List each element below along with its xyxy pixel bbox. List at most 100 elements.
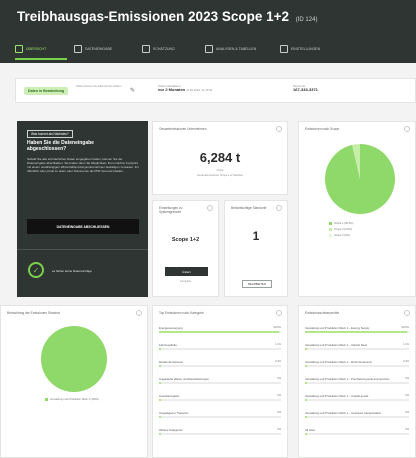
total-emissions-unit: CO2e bbox=[216, 169, 224, 172]
bar-value: 0% bbox=[277, 377, 281, 380]
tab-label: ANALYSEN & TABELLEN bbox=[216, 47, 257, 51]
bar-track bbox=[159, 433, 281, 435]
settings-icon bbox=[280, 45, 288, 53]
bar-value: 0% bbox=[405, 428, 409, 431]
card-title: Betrachtung der Emissionen Standort bbox=[7, 311, 60, 315]
info-icon[interactable] bbox=[276, 205, 282, 211]
bar-track bbox=[159, 348, 281, 350]
info-icon[interactable] bbox=[207, 205, 213, 211]
bar-value: 0% bbox=[277, 394, 281, 397]
bar-fill bbox=[159, 365, 162, 367]
card-title: Top Emissionen nach Kategorie bbox=[159, 311, 204, 315]
legend-label: Scope 1 (96.4%) bbox=[334, 222, 354, 225]
legend-label: Scope 2 (3.6%) bbox=[334, 228, 352, 231]
bar-value: 0% bbox=[405, 377, 409, 380]
tab-einstellungen[interactable]: EINSTELLUNGEN bbox=[280, 40, 320, 58]
bar-fill bbox=[159, 382, 162, 384]
chart-icon bbox=[205, 45, 213, 53]
bar-track bbox=[305, 399, 409, 401]
bar-track bbox=[159, 331, 281, 333]
system-boundaries-card: Einstellungen zu Systemgrenzen Scope 1+2… bbox=[152, 200, 219, 297]
report-id: Report-ID 167-333-3371 bbox=[293, 84, 318, 92]
no-missing-entries-label: es fehlen keine Dateneinträge bbox=[52, 269, 92, 273]
tab-label: ÜBERSICHT bbox=[26, 47, 47, 51]
bar-label: Fahrzeugflotte bbox=[159, 343, 177, 347]
bar-row: Verwaltung und Produktion Werk 1 – Capit… bbox=[305, 394, 409, 401]
next-steps-title: Haben Sie die Dateneingabe abgeschlossen… bbox=[27, 140, 94, 153]
bar-label: Verwaltung und Produktion Werk 1 – Energ… bbox=[305, 326, 370, 330]
tab-label: DATENEINGABE bbox=[85, 47, 113, 51]
info-icon[interactable] bbox=[404, 126, 410, 132]
scope-pie-chart bbox=[325, 144, 395, 214]
tab-uebersicht[interactable]: ÜBERSICHT bbox=[15, 40, 46, 58]
bar-fill bbox=[159, 433, 162, 435]
total-emissions-card: Gesamtemissionen Unternehmen 6,284 t CO2… bbox=[152, 121, 288, 195]
bar-label: Energieversorgung bbox=[159, 326, 183, 330]
complete-data-entry-button[interactable]: DATENEINGABE ABSCHLIESSEN bbox=[27, 219, 139, 234]
bar-row: Energieversorgung 98.5% bbox=[159, 326, 281, 333]
status-pill[interactable]: Daten in Bearbeitung bbox=[24, 87, 69, 95]
bar-label: Verwaltung und Produktion Werk 1 – Direc… bbox=[305, 360, 372, 364]
locations-card: Berichtsichtige Standorte 1 BEARBEITEN bbox=[224, 200, 288, 297]
info-icon[interactable] bbox=[136, 310, 142, 316]
page-title: Treibhausgas-Emissionen 2023 Scope 1+2 (… bbox=[17, 9, 317, 24]
edit-locations-button[interactable]: BEARBEITEN bbox=[242, 280, 272, 288]
scope-setting-value: Scope 1+2 bbox=[171, 237, 200, 243]
bar-fill bbox=[305, 348, 308, 350]
bar-fill bbox=[159, 348, 162, 350]
bar-row: Weitere Kategorien 0% bbox=[159, 428, 281, 435]
legend-swatch bbox=[329, 228, 332, 231]
bar-track bbox=[305, 365, 409, 367]
id-badge: (ID 124) bbox=[295, 17, 318, 23]
bar-track bbox=[305, 433, 409, 435]
bar-row: Verwaltung und Produktion Werk 1 – Vehic… bbox=[305, 343, 409, 350]
tab-analysen[interactable]: ANALYSEN & TABELLEN bbox=[205, 40, 256, 58]
total-emissions-sub: Gesamtemissionen Scope 1+2 Standort bbox=[197, 174, 243, 177]
dashboard-icon bbox=[15, 45, 23, 53]
info-icon[interactable] bbox=[404, 310, 410, 316]
legend-swatch bbox=[45, 398, 48, 401]
bar-row: Vorgelagerter Transport 0% bbox=[159, 411, 281, 418]
bar-value: 0% bbox=[405, 411, 409, 414]
bar-fill bbox=[305, 365, 308, 367]
legend-label: Scope 3 (0%) bbox=[334, 234, 350, 237]
check-circle-icon: ✓ bbox=[28, 262, 44, 278]
location-pie-chart bbox=[41, 326, 107, 392]
bar-value: 1.1% bbox=[275, 343, 281, 346]
bar-fill bbox=[159, 399, 162, 401]
bar-value: 98.5% bbox=[273, 326, 281, 329]
info-icon[interactable] bbox=[276, 126, 282, 132]
bar-value: 98.5% bbox=[401, 326, 409, 329]
bar-track bbox=[305, 382, 409, 384]
scope-chart-card: Emissionen nach Scope Scope 1 (96.4%) Sc… bbox=[298, 121, 416, 297]
document-icon bbox=[142, 45, 150, 53]
bar-track bbox=[159, 399, 281, 401]
tab-dateneingabe[interactable]: DATENEINGABE bbox=[74, 40, 112, 58]
bar-label: Investitionsgüter bbox=[159, 394, 180, 398]
bar-value: 0% bbox=[277, 428, 281, 431]
bar-value: 0% bbox=[405, 394, 409, 397]
status-bar: Daten in Bearbeitung Status können Sie j… bbox=[15, 78, 416, 103]
bar-fill bbox=[159, 416, 162, 418]
bar-row: Verwaltung und Produktion Werk 1 – Direc… bbox=[305, 360, 409, 367]
card-title: Emissionen nach Scope bbox=[305, 127, 340, 131]
info-icon[interactable] bbox=[276, 310, 282, 316]
bar-label: Verwaltung und Produktion Werk 1 – Purch… bbox=[305, 377, 390, 381]
bar-value: 0% bbox=[277, 411, 281, 414]
legend-item: Verwaltung und Produktion Werk 1 (100%) bbox=[45, 398, 105, 401]
locations-count: 1 bbox=[252, 229, 260, 243]
pie-slice bbox=[41, 326, 107, 392]
next-steps-text: Sobald Sie alle erforderlichen Daten ein… bbox=[27, 157, 139, 174]
bar-label: Direkte Emissionen bbox=[159, 360, 184, 364]
change-button[interactable]: Ändern bbox=[165, 267, 208, 276]
last-updated: Zuletzt aktualisiert vor 2 Monaten 11.05… bbox=[158, 84, 212, 92]
bar-value: 0.4% bbox=[403, 360, 409, 363]
bar-row: Verwaltung und Produktion Werk 1 – Upstr… bbox=[305, 411, 409, 418]
bar-track bbox=[159, 416, 281, 418]
bar-label: Verwaltung und Produktion Werk 1 – Capit… bbox=[305, 394, 369, 398]
next-steps-card: Was kommt als Nächstes? Haben Sie die Da… bbox=[17, 121, 148, 297]
card-title: Gesamtemissionen Unternehmen bbox=[159, 127, 207, 131]
tab-schaetzung[interactable]: SCHÄTZUNG bbox=[142, 40, 175, 58]
active-tab-indicator bbox=[15, 58, 67, 60]
edit-icon[interactable]: ✎ bbox=[130, 87, 135, 94]
